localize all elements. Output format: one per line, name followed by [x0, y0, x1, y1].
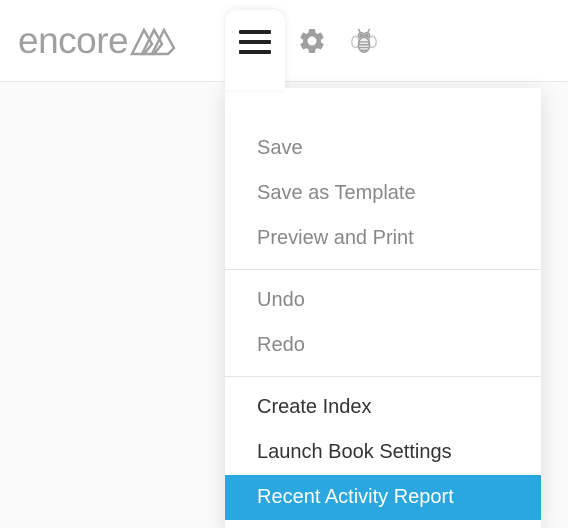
menu-group-file: Save Save as Template Preview and Print — [225, 118, 541, 269]
menu-item-recent-activity-report[interactable]: Recent Activity Report — [225, 475, 541, 520]
brand-name: encore — [18, 20, 128, 62]
brand-logo: encore — [18, 20, 178, 62]
hamburger-icon[interactable] — [239, 30, 271, 54]
menu-item-undo[interactable]: Undo — [225, 278, 541, 323]
brand-mark-icon — [130, 24, 178, 58]
menu-item-preview-print[interactable]: Preview and Print — [225, 216, 541, 261]
menu-group-edit: Undo Redo — [225, 269, 541, 376]
menu-item-redo[interactable]: Redo — [225, 323, 541, 368]
menu-item-create-index[interactable]: Create Index — [225, 385, 541, 430]
bee-icon[interactable] — [348, 25, 380, 57]
hamburger-tab[interactable] — [225, 10, 285, 90]
main-menu-dropdown: Save Save as Template Preview and Print … — [225, 88, 541, 528]
menu-item-save[interactable]: Save — [225, 126, 541, 171]
menu-item-save-as-template[interactable]: Save as Template — [225, 171, 541, 216]
gear-icon[interactable] — [296, 25, 328, 57]
menu-item-launch-book-settings[interactable]: Launch Book Settings — [225, 430, 541, 475]
menu-group-tools: Create Index Launch Book Settings Recent… — [225, 376, 541, 528]
